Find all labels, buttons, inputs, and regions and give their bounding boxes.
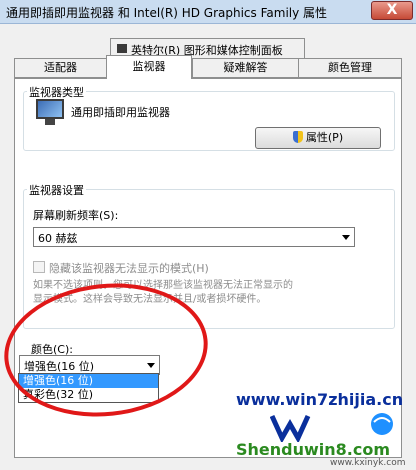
watermark-text-1: www.win7zhijia.cn: [236, 390, 404, 409]
tab-color-management[interactable]: 颜色管理: [298, 58, 402, 78]
tab-adapter[interactable]: 适配器: [14, 58, 107, 78]
properties-button[interactable]: 属性(P): [255, 127, 381, 149]
monitor-name: 通用即插即用监视器: [71, 106, 170, 119]
refresh-rate-value: 60 赫兹: [38, 232, 78, 245]
tab-troubleshoot[interactable]: 疑难解答: [192, 58, 299, 78]
tab-monitor[interactable]: 监视器: [106, 55, 192, 79]
intel-graphics-icon: [117, 44, 127, 53]
window-title: 通用即插即用监视器 和 Intel(R) HD Graphics Family …: [6, 6, 328, 20]
monitor-type-label: 监视器类型: [27, 84, 86, 100]
hide-modes-checkbox[interactable]: [33, 261, 45, 273]
watermark-text-2: Shenduwin8.com: [236, 440, 391, 459]
monitor-settings-label: 监视器设置: [27, 182, 86, 198]
close-button[interactable]: X: [371, 1, 413, 20]
monitor-icon: [35, 99, 65, 125]
refresh-rate-select[interactable]: 60 赫兹: [33, 227, 355, 247]
shield-icon: [292, 131, 303, 143]
watermark-logo: [270, 413, 393, 442]
properties-button-label: 属性(P): [305, 131, 344, 144]
watermark-text-3: www.kxinyk.com: [330, 458, 406, 468]
hide-modes-label: 隐藏该监视器无法显示的模式(H): [49, 262, 209, 275]
title-bar: 通用即插即用监视器 和 Intel(R) HD Graphics Family …: [0, 0, 416, 24]
dropdown-arrow-icon: [342, 235, 350, 240]
refresh-rate-label: 屏幕刷新频率(S):: [33, 209, 119, 222]
